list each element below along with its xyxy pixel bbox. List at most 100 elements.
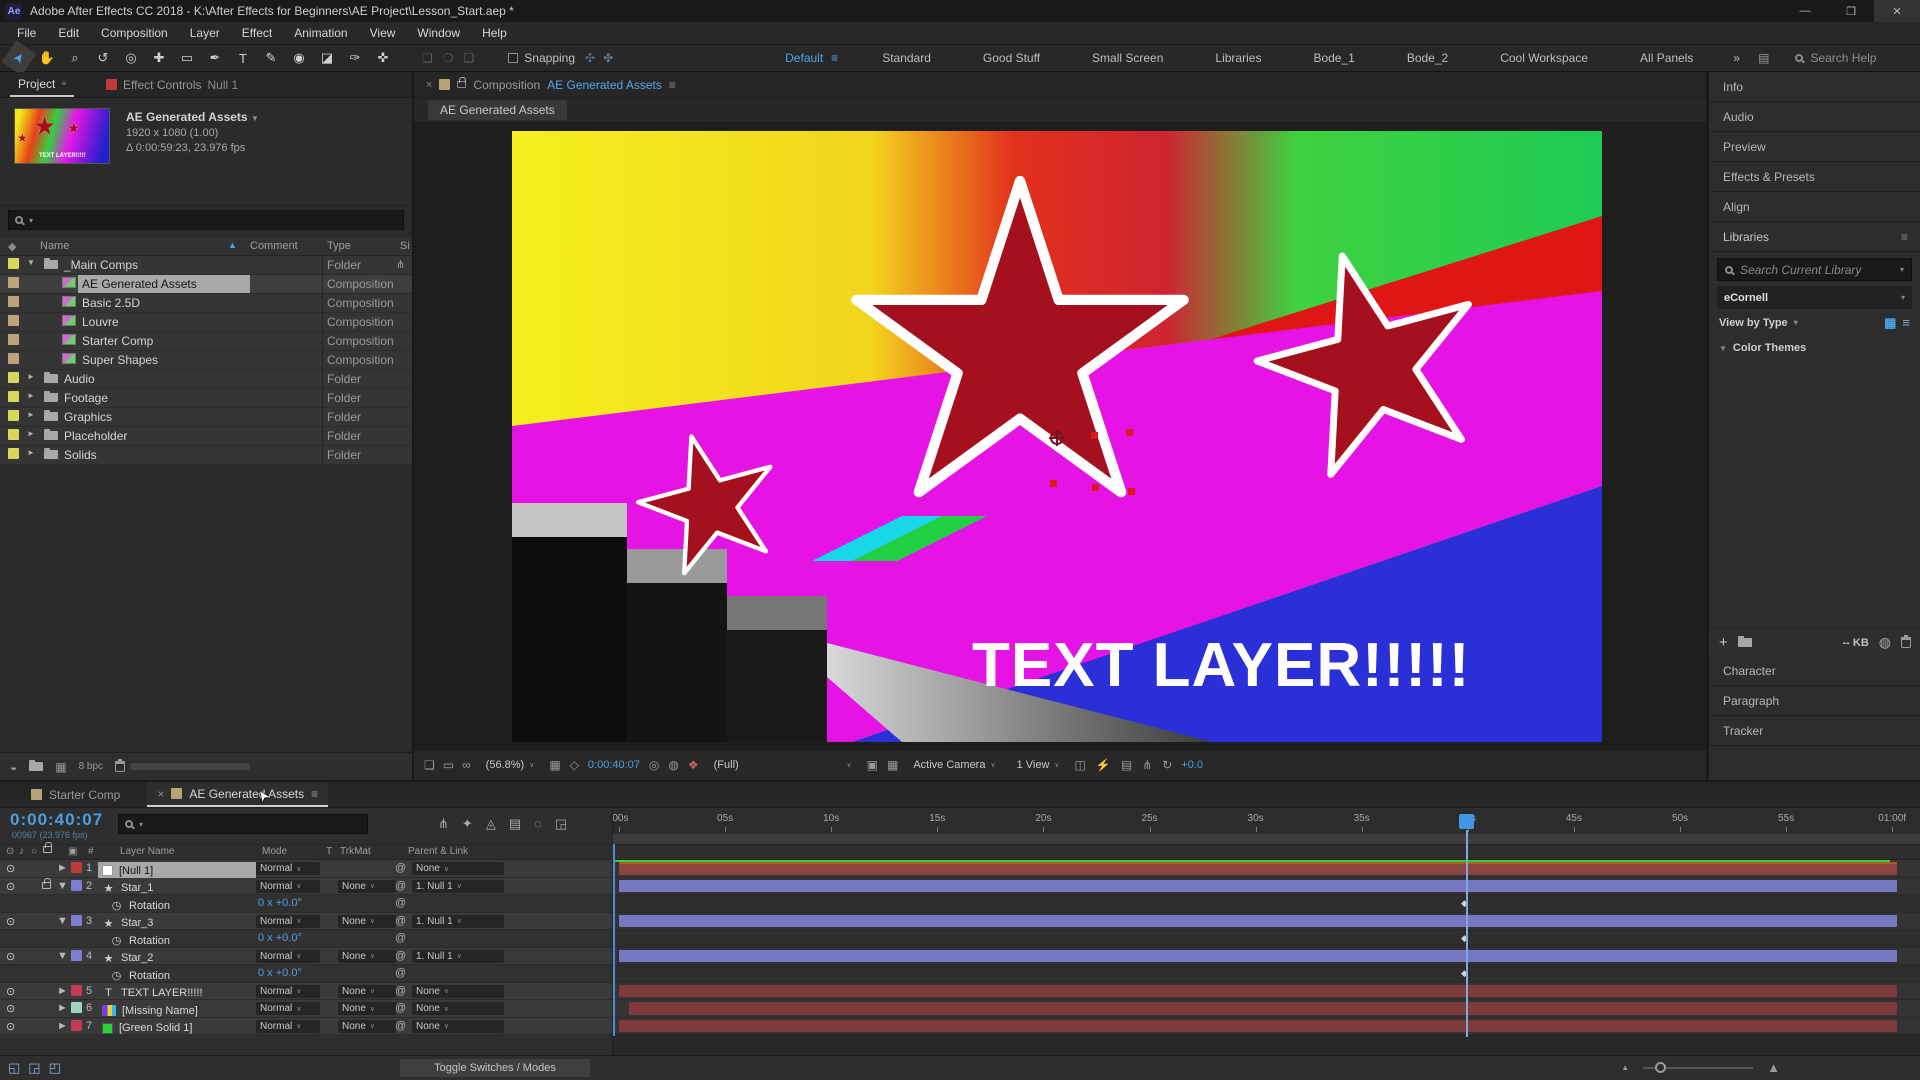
layer-visibility-toggle[interactable]: ⊙ <box>6 915 15 928</box>
grid-view-icon[interactable]: ▦ <box>1884 315 1896 331</box>
close-button[interactable]: ✕ <box>1874 0 1920 22</box>
tool-button[interactable]: ✜ <box>370 46 396 70</box>
menu-item[interactable]: Layer <box>181 24 229 42</box>
layer-label-color[interactable] <box>71 1019 82 1031</box>
track-matte-dropdown[interactable]: None ∨ <box>338 984 396 998</box>
color-themes-section-label[interactable]: Color Themes <box>1733 342 1806 354</box>
workspace-menu-icon[interactable]: ≡ <box>831 51 838 65</box>
layer-label-color[interactable] <box>71 914 82 926</box>
motion-blur-icon[interactable]: ◌ <box>534 816 542 832</box>
show-snapshot-icon[interactable]: ◍ <box>668 758 678 772</box>
grid-options-icon[interactable]: ▦ <box>549 758 560 772</box>
interpret-footage-icon[interactable]: ◒ <box>10 760 17 774</box>
layer-label-color[interactable] <box>71 967 82 978</box>
library-search-input[interactable]: Search Current Library ▾ <box>1717 258 1912 281</box>
project-item-row[interactable]: Louvre Composition <box>0 313 412 332</box>
pick-whip-icon[interactable]: @ <box>395 862 406 874</box>
toolbar-extra-icon[interactable]: ❏ <box>422 51 433 65</box>
trkmat-column[interactable]: TrkMat <box>340 846 371 857</box>
item-name[interactable]: Footage <box>64 391 108 405</box>
camera-view-dropdown[interactable]: Active Camera ∨ <box>907 757 1001 773</box>
layer-duration-bar[interactable] <box>619 879 1897 892</box>
folder-expand-arrow[interactable]: ► <box>27 448 35 457</box>
viewer-option-icon[interactable]: ↻ <box>1162 758 1172 772</box>
maximize-button[interactable]: ❐ <box>1828 0 1874 22</box>
blend-mode-dropdown[interactable]: Normal ∨ <box>256 1019 320 1033</box>
item-label-color[interactable] <box>8 391 19 402</box>
timeline-layer-row[interactable]: ⊙ ► 1 [Null 1] Normal ∨ @ None ∨ <box>0 860 1920 879</box>
tool-button[interactable]: ✒ <box>202 46 228 70</box>
folder-expand-arrow[interactable]: ► <box>27 429 35 438</box>
layer-label-color[interactable] <box>71 984 82 996</box>
item-label-color[interactable] <box>8 410 19 421</box>
horizontal-scrollbar[interactable] <box>130 763 250 770</box>
layer-label-color[interactable] <box>71 949 82 961</box>
new-composition-icon[interactable]: ▦ <box>55 760 66 774</box>
label-column-icon[interactable]: ◆ <box>8 240 16 253</box>
menu-item[interactable]: View <box>361 24 405 42</box>
lock-column-icon[interactable] <box>43 842 52 853</box>
project-item-row[interactable]: ► Footage Folder <box>0 389 412 408</box>
layer-visibility-toggle[interactable]: ⊙ <box>6 862 15 875</box>
layer-visibility-toggle[interactable]: ⊙ <box>6 880 15 893</box>
folder-icon[interactable] <box>1737 636 1752 647</box>
item-name[interactable]: Basic 2.5D <box>82 296 140 310</box>
zoom-in-icon[interactable]: ▲ <box>1767 1060 1780 1075</box>
timeline-layer-row[interactable]: ⊙ ▼ 2 ★ Star_1 Normal ∨ None ∨ @ 1. Null 1… <box>0 877 1920 895</box>
parent-link-dropdown[interactable]: None ∨ <box>412 1019 504 1033</box>
property-value[interactable]: 0 x +0.0° <box>258 897 302 909</box>
toolbar-extra-icon[interactable]: ❑ <box>464 51 475 65</box>
item-name[interactable]: _Main Comps <box>64 258 138 272</box>
toggle-switches-modes-button[interactable]: Toggle Switches / Modes <box>400 1059 590 1077</box>
help-search-input[interactable]: Search Help <box>1810 51 1876 65</box>
tab-close-icon[interactable]: × <box>426 79 432 91</box>
workspace-tab[interactable]: Good Stuff <box>961 47 1070 69</box>
panel-layout-icon[interactable]: ▤ <box>1750 51 1777 65</box>
layer-expand-arrow[interactable]: ▼ <box>57 880 68 892</box>
mask-visibility-icon[interactable]: ◇ <box>570 758 579 772</box>
collapsed-panel-tab[interactable]: Effects & Presets <box>1709 162 1920 192</box>
layer-track-lane[interactable]: ◆ <box>612 930 1920 948</box>
track-matte-dropdown[interactable]: None ∨ <box>338 879 396 893</box>
viewer-option-icon[interactable]: ❏ <box>424 758 435 772</box>
item-name[interactable]: AE Generated Assets <box>82 277 197 291</box>
layer-name-cell[interactable]: ◷ Rotation <box>98 897 256 914</box>
folder-expand-arrow[interactable]: ► <box>27 391 35 400</box>
playhead-handle[interactable] <box>1459 814 1474 829</box>
layer-track-lane[interactable] <box>612 912 1920 930</box>
blend-mode-dropdown[interactable]: Normal ∨ <box>256 949 320 963</box>
item-name[interactable]: Audio <box>64 372 95 386</box>
work-area-bar[interactable] <box>612 834 1920 844</box>
list-view-icon[interactable]: ≡ <box>1902 315 1910 330</box>
item-name[interactable]: Super Shapes <box>82 353 158 367</box>
toolbar-extra-icon[interactable]: ❍ <box>443 51 454 65</box>
timeline-layer-row[interactable]: ◷ Rotation 0 x +0.0° @ ◆ <box>0 965 1920 983</box>
menu-item[interactable]: Composition <box>92 24 177 42</box>
tool-button[interactable]: ✚ <box>146 46 172 70</box>
solo-column-icon[interactable]: ○ <box>31 846 37 857</box>
workspace-tab[interactable]: Bode_1 <box>1291 47 1384 69</box>
parent-link-dropdown[interactable]: 1. Null 1 ∨ <box>412 879 504 893</box>
layer-expand-arrow[interactable]: ► <box>57 1020 68 1032</box>
item-name[interactable]: Louvre <box>82 315 119 329</box>
track-matte-dropdown[interactable]: None ∨ <box>338 1019 396 1033</box>
collapsed-panel-tab[interactable]: Tracker <box>1709 716 1920 746</box>
layer-label-color[interactable] <box>71 862 82 873</box>
menu-item[interactable]: Effect <box>233 24 281 42</box>
item-name[interactable]: Placeholder <box>64 429 127 443</box>
blend-mode-dropdown[interactable]: Normal ∨ <box>256 984 320 998</box>
time-ruler[interactable]: :00s05s10s15s20s25s30s35s40s45s50s55s01:… <box>612 810 1920 834</box>
panel-menu-icon[interactable]: ≡ <box>1901 230 1908 244</box>
column-name[interactable]: Name <box>40 240 69 252</box>
snap-option-icon[interactable]: ✤ <box>603 51 613 65</box>
layer-expand-arrow[interactable]: ► <box>57 1002 68 1014</box>
mode-column[interactable]: Mode <box>262 846 287 857</box>
layer-expand-arrow[interactable]: ▼ <box>57 950 68 962</box>
parent-link-dropdown[interactable]: None ∨ <box>412 1002 504 1015</box>
snapping-checkbox[interactable] <box>508 53 519 63</box>
current-time[interactable]: 0:00:40:07 <box>588 759 640 771</box>
timeline-layer-row[interactable]: ⊙ ► 6 [Missing Name] Normal ∨ None ∨ @ Non… <box>0 1000 1920 1018</box>
timeline-view-toggle-icon[interactable]: ◱ <box>8 1060 20 1076</box>
panel-menu-icon[interactable]: ≡ <box>669 78 676 92</box>
track-matte-dropdown[interactable]: None ∨ <box>338 949 396 963</box>
